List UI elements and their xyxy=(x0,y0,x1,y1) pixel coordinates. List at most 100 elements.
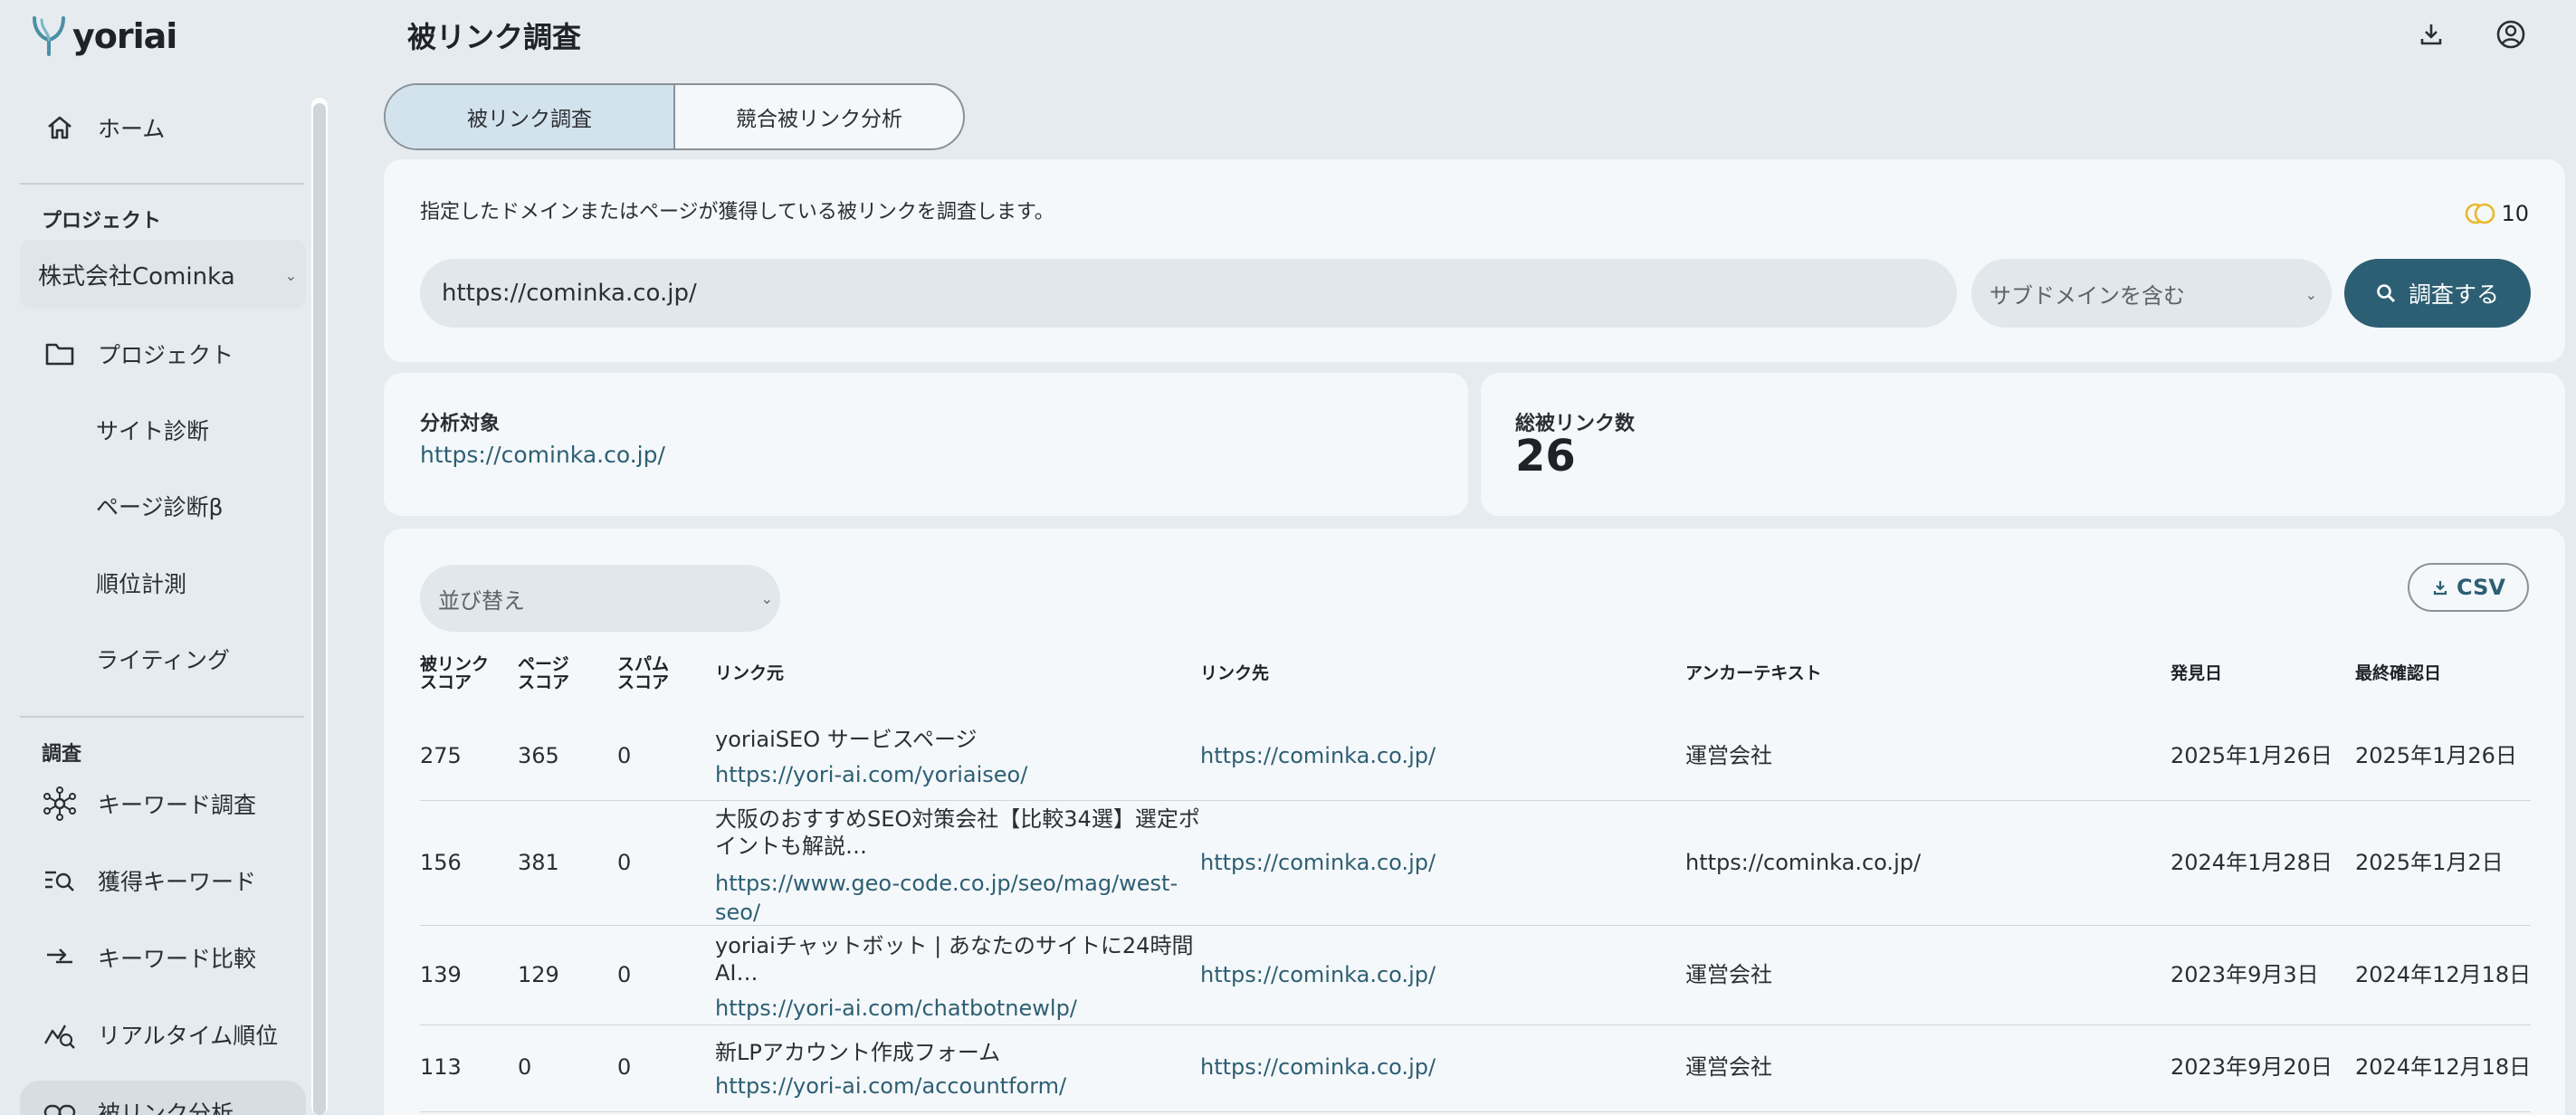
chevron-down-icon: ⌄ xyxy=(284,267,297,284)
col-backlink-score[interactable]: 被リンク スコア xyxy=(420,655,489,691)
tab-competitor-backlink[interactable]: 競合被リンク分析 xyxy=(675,85,963,148)
tab-bar: 被リンク調査 競合被リンク分析 xyxy=(384,83,965,150)
csv-download-button[interactable]: CSV xyxy=(2408,563,2529,612)
cell-last-checked: 2025年1月2日 xyxy=(2355,850,2504,875)
row-divider xyxy=(420,925,2531,926)
sidebar-item-label: 被リンク分析 xyxy=(98,1101,234,1115)
sidebar-item-keyword-compare[interactable]: キーワード比較 xyxy=(20,926,306,989)
target-link[interactable]: https://cominka.co.jp/ xyxy=(420,442,665,468)
sidebar-item-label: リアルタイム順位 xyxy=(98,1023,279,1049)
project-select[interactable]: 株式会社Cominka ⌄ xyxy=(20,240,306,309)
cell-backlink-score: 156 xyxy=(420,850,462,875)
chevron-down-icon: ⌄ xyxy=(2304,286,2317,303)
sidebar-scrollbar-thumb[interactable] xyxy=(313,103,326,1115)
cell-found-date: 2023年9月20日 xyxy=(2171,1054,2333,1080)
cell-spam-score: 0 xyxy=(617,962,632,987)
app-logo[interactable]: yoriai xyxy=(29,11,177,62)
yoriai-logo-icon xyxy=(33,16,65,56)
sidebar-item-writing[interactable]: ライティング xyxy=(20,627,306,691)
sidebar-item-label: ホーム xyxy=(98,116,166,142)
chevron-down-icon: ⌄ xyxy=(760,590,773,607)
cell-source-url[interactable]: https://www.geo-code.co.jp/seo/mag/west-… xyxy=(715,869,1186,927)
col-spam-score[interactable]: スパム スコア xyxy=(617,655,669,691)
cell-spam-score: 0 xyxy=(617,850,632,875)
cell-source-title: 大阪のおすすめSEO対策会社【比較34選】選定ポイントも解説… xyxy=(715,806,1200,859)
coins-icon xyxy=(2466,203,2495,224)
sort-select[interactable]: 並び替え ⌄ xyxy=(420,565,780,632)
sidebar-item-realtime-rank[interactable]: リアルタイム順位 xyxy=(20,1003,306,1066)
sidebar-divider xyxy=(20,716,304,718)
project-select-value: 株式会社Cominka xyxy=(38,262,235,291)
cell-target-url[interactable]: https://cominka.co.jp/ xyxy=(1200,849,1436,876)
search-button[interactable]: 調査する xyxy=(2344,259,2531,328)
compare-arrows-icon xyxy=(40,938,80,977)
col-found-date[interactable]: 発見日 xyxy=(2171,664,2222,682)
realtime-chart-icon xyxy=(40,1015,80,1054)
row-divider xyxy=(420,800,2531,801)
sidebar-divider xyxy=(20,183,304,185)
sidebar-item-rank-tracking[interactable]: 順位計測 xyxy=(20,551,306,615)
sidebar-item-projects[interactable]: プロジェクト xyxy=(20,322,306,386)
col-source[interactable]: リンク元 xyxy=(715,664,784,682)
total-value: 26 xyxy=(1515,431,1576,481)
cell-source-url[interactable]: https://yori-ai.com/accountform/ xyxy=(715,1072,1186,1101)
account-icon[interactable] xyxy=(2493,16,2529,52)
cell-backlink-score: 113 xyxy=(420,1054,462,1080)
search-list-icon xyxy=(40,861,80,901)
cell-target-url[interactable]: https://cominka.co.jp/ xyxy=(1200,1053,1436,1081)
sort-select-value: 並び替え xyxy=(438,587,525,614)
col-target[interactable]: リンク先 xyxy=(1200,664,1269,682)
sidebar-item-acquired-keywords[interactable]: 獲得キーワード xyxy=(20,849,306,912)
cell-source-url[interactable]: https://yori-ai.com/chatbotnewlp/ xyxy=(715,994,1186,1023)
sidebar-item-label: サイト診断 xyxy=(96,418,210,444)
row-divider xyxy=(420,1024,2531,1025)
col-last-checked[interactable]: 最終確認日 xyxy=(2355,664,2441,682)
sidebar-item-label: プロジェクト xyxy=(98,342,234,368)
cell-found-date: 2024年1月28日 xyxy=(2171,850,2333,875)
sidebar-item-keyword-research[interactable]: キーワード調査 xyxy=(20,772,306,835)
sidebar-item-label: ページ診断β xyxy=(96,494,224,520)
cell-source-url[interactable]: https://yori-ai.com/yoriaiseo/ xyxy=(715,760,1186,789)
sidebar-item-label: キーワード比較 xyxy=(98,946,257,972)
tab-backlink-research[interactable]: 被リンク調査 xyxy=(386,85,675,148)
sidebar-item-label: 獲得キーワード xyxy=(98,869,257,895)
cell-last-checked: 2024年12月18日 xyxy=(2355,962,2532,987)
download-icon[interactable] xyxy=(2413,16,2449,52)
subdomain-select[interactable]: サブドメインを含む ⌄ xyxy=(1971,259,2332,328)
sidebar-item-page-diagnosis[interactable]: ページ診断β xyxy=(20,474,306,538)
col-page-score[interactable]: ページ スコア xyxy=(518,655,569,691)
url-input[interactable] xyxy=(420,259,1957,328)
sidebar: yoriai ホーム プロジェクト 株式会社Cominka ⌄ プロジェクト サ… xyxy=(0,0,337,1115)
network-icon xyxy=(40,784,80,824)
cell-anchor: https://cominka.co.jp/ xyxy=(1685,850,1922,875)
cell-page-score: 365 xyxy=(518,743,559,768)
sidebar-item-site-diagnosis[interactable]: サイト診断 xyxy=(20,398,306,462)
download-icon xyxy=(2433,581,2447,596)
sidebar-item-label: キーワード調査 xyxy=(98,792,257,818)
total-card xyxy=(1481,373,2565,516)
cell-backlink-score: 275 xyxy=(420,743,462,768)
cell-page-score: 129 xyxy=(518,962,559,987)
cell-page-score: 381 xyxy=(518,850,559,875)
link-icon xyxy=(40,1092,80,1115)
cell-last-checked: 2025年1月26日 xyxy=(2355,743,2517,768)
col-anchor[interactable]: アンカーテキスト xyxy=(1685,664,1822,682)
cell-target-url[interactable]: https://cominka.co.jp/ xyxy=(1200,961,1436,988)
sidebar-item-home[interactable]: ホーム xyxy=(20,96,306,159)
search-description: 指定したドメインまたはページが獲得している被リンクを調査します。 xyxy=(420,201,1054,224)
target-label: 分析対象 xyxy=(420,413,501,435)
row-divider xyxy=(420,1111,2531,1112)
cell-target-url[interactable]: https://cominka.co.jp/ xyxy=(1200,742,1436,769)
sidebar-item-backlink-analysis[interactable]: 被リンク分析 xyxy=(20,1081,306,1115)
cell-source-title: 新LPアカウント作成フォーム xyxy=(715,1040,1001,1065)
subdomain-select-value: サブドメインを含む xyxy=(1989,282,2185,309)
cell-source-title: yoriaiチャットボット | あなたのサイトに24時間AI… xyxy=(715,933,1194,986)
search-button-label: 調査する xyxy=(2408,281,2499,308)
sidebar-item-label: ライティング xyxy=(96,647,231,673)
cell-found-date: 2025年1月26日 xyxy=(2171,743,2333,768)
app-name: yoriai xyxy=(72,16,177,56)
credits-counter: 10 xyxy=(2465,201,2529,226)
cell-backlink-score: 139 xyxy=(420,962,462,987)
credits-value: 10 xyxy=(2501,201,2529,226)
cell-anchor: 運営会社 xyxy=(1685,962,1772,987)
